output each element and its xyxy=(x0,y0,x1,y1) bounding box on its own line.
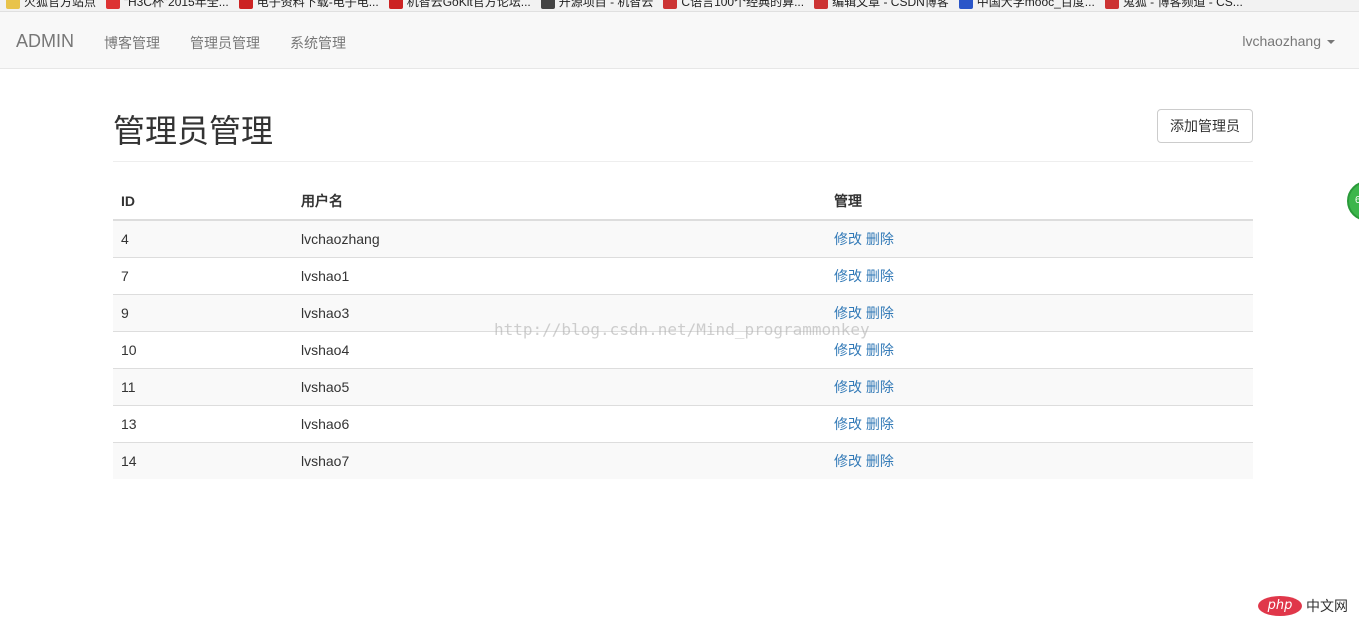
php-logo-text: 中文网 xyxy=(1306,598,1348,614)
cell-actions: 修改 删除 xyxy=(826,367,1253,405)
bookmark-item[interactable]: 鬼狐 - 博客频道 - CS... xyxy=(1104,0,1243,10)
cell-username: lvshao3 xyxy=(293,293,826,331)
site-icon xyxy=(540,0,555,9)
cell-username: lvshao1 xyxy=(293,256,826,294)
site-icon xyxy=(388,0,403,9)
csdn-icon xyxy=(663,0,678,9)
csdn-icon xyxy=(814,0,829,9)
table-row: 11 lvshao5 修改 删除 xyxy=(113,367,1253,405)
caret-down-icon xyxy=(1327,40,1335,44)
cell-username: lvshao5 xyxy=(293,367,826,405)
folder-icon xyxy=(6,0,20,9)
delete-link[interactable]: 删除 xyxy=(866,342,894,358)
delete-link[interactable]: 删除 xyxy=(866,379,894,395)
add-admin-button[interactable]: 添加管理员 xyxy=(1157,109,1253,143)
cell-id: 7 xyxy=(113,256,293,294)
header-manage: 管理 xyxy=(826,183,1253,221)
edit-link[interactable]: 修改 xyxy=(834,453,862,469)
site-icon xyxy=(238,0,253,9)
cell-username: lvshao7 xyxy=(293,441,826,479)
bookmark-label: 中国大学mooc_百度... xyxy=(976,0,1095,9)
nav-blog-management[interactable]: 博客管理 xyxy=(104,33,160,53)
nav-admin-management[interactable]: 管理员管理 xyxy=(190,33,260,53)
edit-link[interactable]: 修改 xyxy=(834,231,862,247)
bookmark-label: 机智云GoKit官方论坛... xyxy=(406,0,531,9)
baidu-icon xyxy=(958,0,973,9)
bookmark-item[interactable]: 中国大学mooc_百度... xyxy=(958,0,1095,10)
edit-link[interactable]: 修改 xyxy=(834,379,862,395)
table-row: 4 lvchaozhang 修改 删除 xyxy=(113,219,1253,257)
cell-id: 10 xyxy=(113,330,293,368)
table-header-row: ID 用户名 管理 xyxy=(113,183,1253,221)
admin-table: ID 用户名 管理 4 lvchaozhang 修改 删除 7 lvshao1 修改 删除… xyxy=(113,183,1253,479)
csdn-icon xyxy=(1104,0,1119,9)
nav-links: 博客管理 管理员管理 系统管理 xyxy=(104,33,346,53)
delete-link[interactable]: 删除 xyxy=(866,453,894,469)
cell-id: 9 xyxy=(113,293,293,331)
cell-actions: 修改 删除 xyxy=(826,293,1253,331)
edit-link[interactable]: 修改 xyxy=(834,416,862,432)
bookmark-item[interactable]: C语言100个经典的算... xyxy=(663,0,804,10)
cell-id: 14 xyxy=(113,441,293,479)
bookmark-label: 编辑文章 - CSDN博客 xyxy=(832,0,949,9)
page-title: 管理员管理 xyxy=(113,113,274,149)
header-id: ID xyxy=(113,183,293,221)
cell-actions: 修改 删除 xyxy=(826,256,1253,294)
bookmark-label: C语言100个经典的算... xyxy=(681,0,805,9)
cell-actions: 修改 删除 xyxy=(826,219,1253,257)
bookmark-item[interactable]: 火狐官方站点 xyxy=(6,0,96,10)
cell-username: lvchaozhang xyxy=(293,219,826,257)
table-row: 13 lvshao6 修改 删除 xyxy=(113,404,1253,442)
delete-link[interactable]: 删除 xyxy=(866,268,894,284)
table-row: 7 lvshao1 修改 删除 xyxy=(113,256,1253,294)
nav-system-management[interactable]: 系统管理 xyxy=(290,33,346,53)
bookmark-item[interactable]: 开源项目 - 机智云 xyxy=(540,0,654,10)
cell-actions: 修改 删除 xyxy=(826,404,1253,442)
page-header: 管理员管理 添加管理员 xyxy=(113,100,1253,162)
bookmark-label: 火狐官方站点 xyxy=(24,0,97,9)
header-username: 用户名 xyxy=(293,183,826,221)
edit-link[interactable]: 修改 xyxy=(834,305,862,321)
cell-actions: 修改 删除 xyxy=(826,330,1253,368)
cell-username: lvshao6 xyxy=(293,404,826,442)
delete-link[interactable]: 删除 xyxy=(866,305,894,321)
php-badge: php xyxy=(1258,596,1302,616)
cell-username: lvshao4 xyxy=(293,330,826,368)
table-row: 9 lvshao3 修改 删除 xyxy=(113,293,1253,331)
navbar: ADMIN 博客管理 管理员管理 系统管理 lvchaozhang xyxy=(0,12,1359,69)
bookmark-item[interactable]: 编辑文章 - CSDN博客 xyxy=(814,0,949,10)
bookmark-label: 鬼狐 - 博客频道 - CS... xyxy=(1122,0,1243,9)
user-menu-dropdown[interactable]: lvchaozhang xyxy=(1242,33,1335,49)
bookmark-label: 开源项目 - 机智云 xyxy=(558,0,654,9)
bookmark-item[interactable]: “H3C杯”2015年全... xyxy=(106,0,229,10)
delete-link[interactable]: 删除 xyxy=(866,231,894,247)
cell-id: 13 xyxy=(113,404,293,442)
delete-link[interactable]: 删除 xyxy=(866,416,894,432)
brand-link[interactable]: ADMIN xyxy=(16,31,74,52)
floating-widget-icon[interactable]: 6 xyxy=(1347,181,1359,221)
h3c-icon xyxy=(106,0,121,9)
table-row: 10 lvshao4 修改 删除 xyxy=(113,330,1253,368)
bookmark-label: 电子资料下载-电子电... xyxy=(256,0,379,9)
bookmark-item[interactable]: 电子资料下载-电子电... xyxy=(238,0,379,10)
user-name: lvchaozhang xyxy=(1242,33,1321,49)
cell-id: 4 xyxy=(113,219,293,257)
cell-id: 11 xyxy=(113,367,293,405)
cell-actions: 修改 删除 xyxy=(826,441,1253,479)
bookmarks-bar: 火狐官方站点 “H3C杯”2015年全... 电子资料下载-电子电... 机智云GoK… xyxy=(0,0,1359,12)
php-logo: php 中文网 xyxy=(1258,596,1348,616)
bookmark-label: “H3C杯”2015年全... xyxy=(124,0,229,9)
bookmark-item[interactable]: 机智云GoKit官方论坛... xyxy=(388,0,531,10)
edit-link[interactable]: 修改 xyxy=(834,268,862,284)
edit-link[interactable]: 修改 xyxy=(834,342,862,358)
table-row: 14 lvshao7 修改 删除 xyxy=(113,441,1253,479)
